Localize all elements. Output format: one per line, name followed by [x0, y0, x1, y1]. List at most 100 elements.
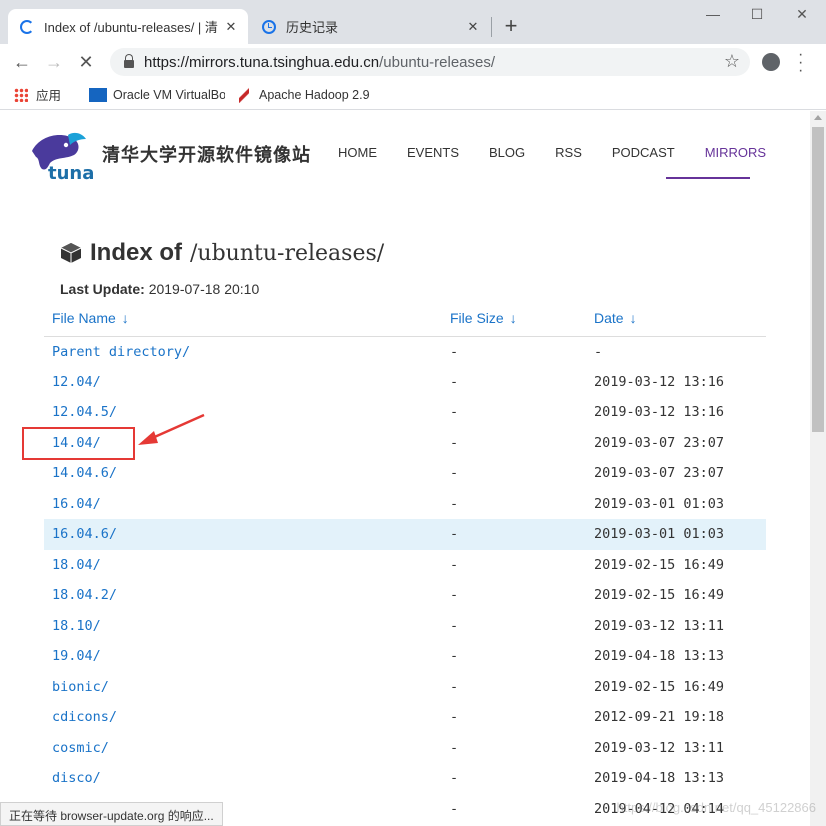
file-name-link[interactable]: bionic/ — [44, 672, 442, 703]
tab-title: Index of /ubuntu-releases/ | 清 — [44, 20, 218, 35]
profile-avatar-icon[interactable] — [762, 53, 780, 71]
file-size: - — [450, 343, 459, 360]
minimize-button[interactable]: — — [700, 6, 726, 28]
nav-podcast[interactable]: PODCAST — [612, 145, 675, 160]
table-row[interactable]: 18.04.2/- 2019-02-15 16:49 — [44, 580, 766, 611]
scroll-up-arrow-icon[interactable] — [814, 115, 822, 120]
file-date: 2019-03-12 13:11 — [594, 617, 725, 634]
nav-rss[interactable]: RSS — [555, 145, 582, 160]
close-tab-icon[interactable]: ✕ — [464, 19, 482, 35]
file-date: 2019-02-15 16:49 — [594, 556, 725, 573]
stop-loading-button[interactable]: ✕ — [74, 50, 98, 74]
file-size: - — [450, 617, 459, 634]
loading-spinner-icon — [20, 19, 34, 34]
bookmark-label: Apache Hadoop 2.9 — [259, 87, 370, 102]
file-name-link[interactable]: 12.04.5/ — [44, 397, 442, 428]
vertical-scrollbar[interactable] — [810, 111, 826, 826]
file-table: File Name ↓ File Size ↓ Date ↓ Parent direc… — [44, 301, 766, 824]
tab-title: 历史记录 — [286, 20, 339, 35]
column-label: File Name — [52, 310, 116, 327]
file-date: 2019-02-15 16:49 — [594, 678, 725, 695]
file-size: - — [450, 434, 459, 451]
title-bar: Index of /ubuntu-releases/ | 清 ✕ 历史记录 ✕ … — [0, 0, 826, 44]
table-row[interactable]: 12.04/- 2019-03-12 13:16 — [44, 367, 766, 398]
table-row[interactable]: Parent directory/- - — [44, 336, 766, 367]
table-row[interactable]: cosmic/- 2019-03-12 13:11 — [44, 733, 766, 764]
bookmark-star-icon[interactable]: ☆ — [724, 51, 740, 72]
site-name[interactable]: 清华大学开源软件镜像站 — [102, 141, 311, 167]
file-name-link[interactable]: 14.04.6/ — [44, 458, 442, 489]
history-icon — [262, 19, 276, 34]
file-name-link[interactable]: 16.04.6/ — [44, 519, 442, 550]
nav-blog[interactable]: BLOG — [489, 145, 525, 160]
column-file-size[interactable]: File Size ↓ — [442, 301, 586, 337]
annotation-arrow-icon — [138, 413, 205, 445]
file-date: 2019-03-01 01:03 — [594, 495, 725, 512]
file-name-link[interactable]: 19.04/ — [44, 641, 442, 672]
file-size: - — [450, 404, 459, 421]
table-row[interactable]: cdicons/- 2012-09-21 19:18 — [44, 702, 766, 733]
file-name-link[interactable]: 18.10/ — [44, 611, 442, 642]
back-button[interactable]: ← — [10, 50, 34, 74]
nav-home[interactable]: HOME — [338, 145, 377, 160]
table-row[interactable]: bionic/- 2019-02-15 16:49 — [44, 672, 766, 703]
tuna-logo-icon[interactable]: tuna — [28, 129, 96, 181]
bookmark-virtualbox[interactable]: Oracle VM VirtualBo — [89, 87, 225, 102]
table-row[interactable]: 19.04/- 2019-04-18 13:13 — [44, 641, 766, 672]
logo-text: tuna — [48, 163, 94, 181]
file-size: - — [450, 587, 459, 604]
file-size: - — [450, 465, 459, 482]
address-bar[interactable]: https://mirrors.tuna.tsinghua.edu.cn/ubu… — [110, 48, 750, 76]
table-row[interactable]: 14.04.6/- 2019-03-07 23:07 — [44, 458, 766, 489]
file-size: - — [450, 739, 459, 756]
file-name-link[interactable]: 18.04/ — [44, 550, 442, 581]
scrollbar-thumb[interactable] — [812, 127, 824, 432]
file-size: - — [450, 556, 459, 573]
url-text[interactable]: https://mirrors.tuna.tsinghua.edu.cn/ubu… — [144, 54, 495, 71]
column-label: File Size — [450, 310, 504, 327]
forward-button[interactable]: → — [42, 50, 66, 74]
file-size: - — [450, 373, 459, 390]
nav-mirrors[interactable]: MIRRORS — [705, 145, 766, 160]
tab-active[interactable]: Index of /ubuntu-releases/ | 清 ✕ — [8, 9, 248, 44]
file-date: 2019-04-18 13:13 — [594, 648, 725, 665]
column-label: Date — [594, 310, 624, 327]
bookmark-hadoop[interactable]: Apache Hadoop 2.9 — [233, 86, 370, 103]
file-name-link[interactable]: Parent directory/ — [44, 336, 442, 367]
file-name-link[interactable]: 12.04/ — [44, 367, 442, 398]
column-file-name[interactable]: File Name ↓ — [44, 301, 442, 337]
file-size: - — [450, 770, 459, 787]
menu-dots-icon[interactable]: · · · — [798, 47, 803, 79]
file-name-link[interactable]: disco/ — [44, 763, 442, 794]
file-name-link[interactable]: cosmic/ — [44, 733, 442, 764]
browser-toolbar: ← → ✕ https://mirrors.tuna.tsinghua.edu.… — [0, 44, 826, 80]
file-name-link[interactable]: 16.04/ — [44, 489, 442, 520]
new-tab-button[interactable]: + — [498, 13, 524, 39]
close-window-button[interactable]: ✕ — [789, 6, 815, 28]
file-date: 2019-03-12 13:16 — [594, 373, 725, 390]
close-tab-icon[interactable]: ✕ — [222, 19, 240, 35]
title-prefix: Index of — [90, 239, 183, 266]
tab-history[interactable]: 历史记录 ✕ — [250, 9, 490, 44]
file-size: - — [450, 648, 459, 665]
file-date: 2019-03-12 13:11 — [594, 739, 725, 756]
nav-events[interactable]: EVENTS — [407, 145, 459, 160]
site-nav: HOME EVENTS BLOG RSS PODCAST MIRRORS — [338, 145, 796, 160]
table-row[interactable]: disco/- 2019-04-18 13:13 — [44, 763, 766, 794]
bookmarks-bar: 应用 Oracle VM VirtualBo Apache Hadoop 2.9 — [0, 80, 826, 110]
hadoop-feather-icon — [239, 86, 250, 103]
maximize-button[interactable]: ☐ — [744, 6, 770, 28]
bookmark-apps[interactable]: 应用 — [14, 85, 61, 104]
file-name-link[interactable]: cdicons/ — [44, 702, 442, 733]
table-row[interactable]: 16.04/- 2019-03-01 01:03 — [44, 489, 766, 520]
table-row[interactable]: 16.04.6/-2019-03-01 01:03 — [44, 519, 766, 550]
status-bar: 正在等待 browser-update.org 的响应... — [0, 802, 223, 826]
tab-separator — [491, 17, 492, 37]
file-name-link[interactable]: 18.04.2/ — [44, 580, 442, 611]
virtualbox-icon — [89, 87, 108, 102]
file-date: 2019-03-07 23:07 — [594, 465, 725, 482]
table-row[interactable]: 18.04/- 2019-02-15 16:49 — [44, 550, 766, 581]
table-row[interactable]: 18.10/- 2019-03-12 13:11 — [44, 611, 766, 642]
column-date[interactable]: Date ↓ — [586, 301, 766, 337]
file-date: 2012-09-21 19:18 — [594, 709, 725, 726]
